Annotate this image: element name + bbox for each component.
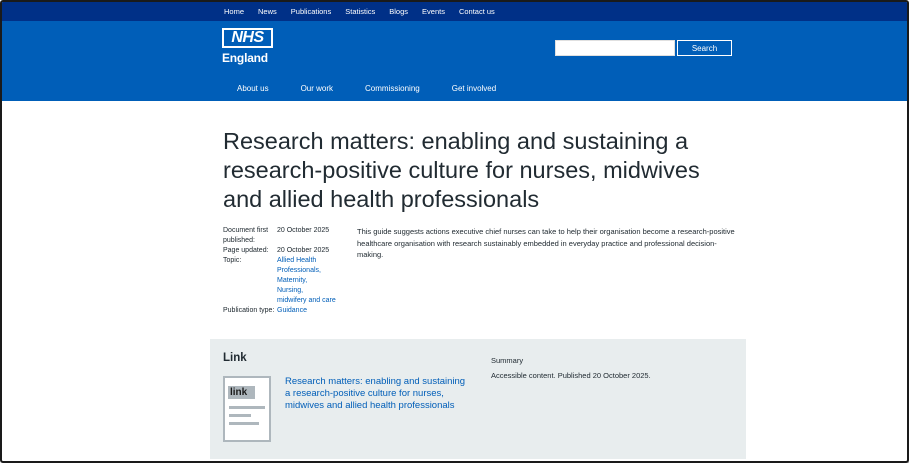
meta-type: Guidance [277, 306, 337, 316]
nhs-england-logo[interactable]: NHS England [222, 28, 274, 65]
link-icon-tag: link [228, 386, 255, 399]
meta-value: 20 October 2025 [277, 227, 330, 234]
main-navigation: About us Our work Commissioning Get invo… [237, 84, 528, 93]
meta-label: Publication type: [223, 307, 275, 314]
link-summary-text: Accessible content. Published 20 October… [491, 371, 651, 380]
logo-subtitle: England [222, 51, 268, 65]
main-nav-about-us[interactable]: About us [237, 84, 269, 93]
main-nav-our-work[interactable]: Our work [301, 84, 333, 93]
nhs-logo-text: NHS [231, 29, 264, 46]
meta-value: 20 October 2025 [277, 247, 330, 254]
top-nav-list: Home News Publications Statistics Blogs … [224, 2, 509, 21]
top-nav-publications[interactable]: Publications [291, 7, 331, 16]
link-document-icon[interactable]: link [223, 376, 271, 442]
topic-link[interactable]: Maternity, [277, 276, 337, 286]
meta-topics: Allied Health Professionals, Maternity, … [277, 256, 337, 306]
meta-row-type: Publication type: Guidance [223, 306, 343, 316]
meta-label: Document first published: [223, 227, 269, 244]
doc-line-icon [229, 422, 259, 425]
publication-type-link[interactable]: Guidance [277, 306, 337, 316]
browser-frame: Home News Publications Statistics Blogs … [0, 0, 909, 463]
research-matters-link[interactable]: Research matters: enabling and sustainin… [285, 376, 470, 412]
topic-link[interactable]: Allied Health Professionals, [277, 256, 337, 276]
meta-row-topic: Topic: Allied Health Professionals, Mate… [223, 256, 343, 306]
nhs-logo-mark: NHS [222, 28, 273, 48]
search-input[interactable] [555, 40, 675, 56]
main-nav-commissioning[interactable]: Commissioning [365, 84, 420, 93]
meta-row-updated: Page updated: 20 October 2025 [223, 246, 343, 256]
top-nav-statistics[interactable]: Statistics [345, 7, 375, 16]
page-summary: This guide suggests actions executive ch… [357, 227, 735, 259]
site-header: Home News Publications Statistics Blogs … [2, 2, 907, 101]
meta-label: Page updated: [223, 247, 269, 254]
meta-row-first-published: Document first published: 20 October 202… [223, 226, 343, 246]
search-button[interactable]: Search [677, 40, 732, 56]
top-nav-blogs[interactable]: Blogs [389, 7, 408, 16]
main-nav-get-involved[interactable]: Get involved [452, 84, 496, 93]
doc-line-icon [229, 406, 265, 409]
meta-label: Topic: [223, 257, 242, 264]
link-panel: Link link Research matters: enabling and… [210, 339, 746, 459]
top-navigation: Home News Publications Statistics Blogs … [2, 2, 907, 21]
link-panel-heading: Link [223, 352, 247, 364]
page-title: Research matters: enabling and sustainin… [223, 128, 700, 212]
top-nav-home[interactable]: Home [224, 7, 244, 16]
top-nav-news[interactable]: News [258, 7, 277, 16]
topic-link[interactable]: midwifery and care [277, 296, 337, 306]
topic-link[interactable]: Nursing, [277, 286, 337, 296]
doc-line-icon [229, 414, 251, 417]
top-nav-contact-us[interactable]: Contact us [459, 7, 495, 16]
document-metadata: Document first published: 20 October 202… [223, 226, 343, 316]
top-nav-events[interactable]: Events [422, 7, 445, 16]
link-summary-label: Summary [491, 356, 524, 365]
